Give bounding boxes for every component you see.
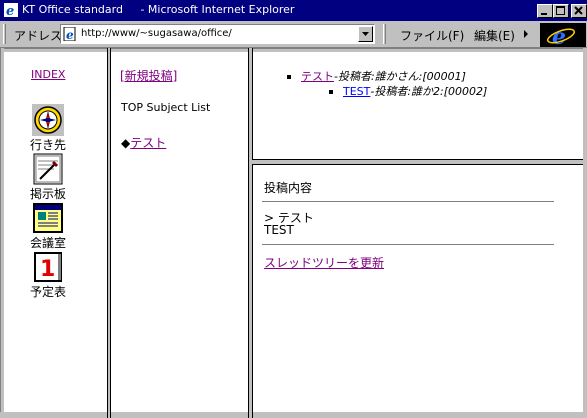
title-bar[interactable]: e KT Office standard - Microsoft Interne… bbox=[0, 0, 587, 21]
meeting-room-icon bbox=[33, 203, 63, 233]
internet-explorer-icon: e bbox=[4, 3, 18, 17]
divider bbox=[262, 244, 554, 246]
bulletin-board-icon bbox=[33, 153, 63, 185]
chevron-down-icon bbox=[362, 32, 369, 36]
frameset: INDEX 行き先 掲示板 会議室 1 予定表 [新規投稿] TOP Subje… bbox=[0, 48, 587, 418]
svg-text:e: e bbox=[6, 4, 14, 17]
menu-file[interactable]: ファイル(F) bbox=[400, 27, 464, 44]
calendar-day-text: 1 bbox=[40, 257, 55, 282]
close-icon bbox=[574, 6, 583, 15]
svg-text:e: e bbox=[66, 28, 74, 41]
nav-item-schedule[interactable]: 1 予定表 bbox=[18, 251, 78, 300]
index-link[interactable]: INDEX bbox=[31, 68, 65, 81]
frame-border-top bbox=[0, 48, 587, 52]
tree-item-meta: -投稿者:誰か2:[00002] bbox=[370, 85, 488, 98]
subject-list-title: TOP Subject List bbox=[121, 101, 211, 114]
nav-item-label: 会議室 bbox=[29, 236, 66, 250]
topic-marker: ◆ bbox=[121, 136, 131, 150]
post-heading: 投稿内容 bbox=[264, 181, 313, 195]
address-toolbar: アドレス e http://www/~sugasawa/office/ ファイル… bbox=[0, 21, 587, 50]
tree-item-meta: -投稿者:誰かさん:[00001] bbox=[334, 70, 466, 83]
bullet-icon bbox=[287, 75, 291, 79]
tree-item: TEST-投稿者:誰か2:[00002] bbox=[329, 83, 487, 99]
bullet-icon bbox=[329, 90, 333, 94]
nav-item-meeting-room[interactable]: 会議室 bbox=[18, 202, 78, 251]
nav-item-label: 掲示板 bbox=[29, 187, 66, 201]
frame-border-left bbox=[0, 48, 4, 418]
chevron-right-icon[interactable] bbox=[523, 29, 529, 39]
frame-splitter-left[interactable] bbox=[107, 48, 111, 418]
close-button[interactable] bbox=[571, 4, 587, 18]
maximize-icon bbox=[556, 6, 565, 15]
browser-window: e KT Office standard - Microsoft Interne… bbox=[0, 0, 587, 418]
frame-splitter-horizontal[interactable] bbox=[252, 159, 583, 165]
frame-border-bottom bbox=[0, 412, 587, 418]
nav-item-label: 予定表 bbox=[29, 285, 66, 299]
toolbar-grip[interactable] bbox=[3, 24, 6, 44]
topic-link[interactable]: テスト bbox=[130, 136, 166, 150]
menu-edit[interactable]: 編集(E) bbox=[474, 27, 515, 44]
address-input[interactable]: e http://www/~sugasawa/office/ bbox=[60, 24, 375, 44]
frame-splitter-middle[interactable] bbox=[248, 48, 253, 418]
maximize-button[interactable] bbox=[553, 4, 569, 18]
post-body-line: TEST bbox=[264, 223, 294, 237]
svg-text:e: e bbox=[552, 24, 566, 47]
nav-item-destination[interactable]: 行き先 bbox=[18, 104, 78, 153]
minimize-button[interactable] bbox=[537, 4, 553, 18]
nav-item-bulletin-board[interactable]: 掲示板 bbox=[18, 153, 78, 202]
tree-subject-link[interactable]: TEST bbox=[343, 85, 370, 98]
address-label: アドレス bbox=[14, 29, 63, 43]
tree-subject-link[interactable]: テスト bbox=[301, 70, 334, 83]
calendar-icon: 1 bbox=[34, 252, 62, 282]
new-post-link[interactable]: [新規投稿] bbox=[120, 67, 177, 84]
url-text: http://www/~sugasawa/office/ bbox=[81, 28, 232, 39]
nav-item-label: 行き先 bbox=[29, 138, 66, 152]
ie-logo: e bbox=[540, 23, 586, 50]
compass-icon bbox=[32, 104, 64, 136]
toolbar-grip-2[interactable] bbox=[383, 24, 386, 44]
minimize-icon bbox=[541, 13, 547, 15]
topic-entry: ◆テスト bbox=[121, 134, 166, 151]
ie-logo-icon: e bbox=[546, 24, 576, 50]
divider bbox=[262, 201, 554, 203]
refresh-thread-tree-link[interactable]: スレッドツリーを更新 bbox=[264, 254, 384, 271]
page-icon: e bbox=[63, 27, 76, 41]
address-dropdown-button[interactable] bbox=[358, 26, 373, 42]
window-title: KT Office standard - Microsoft Internet … bbox=[22, 3, 295, 16]
tree-item: テスト-投稿者:誰かさん:[00001] bbox=[287, 68, 466, 84]
frame-border-right bbox=[583, 48, 587, 418]
